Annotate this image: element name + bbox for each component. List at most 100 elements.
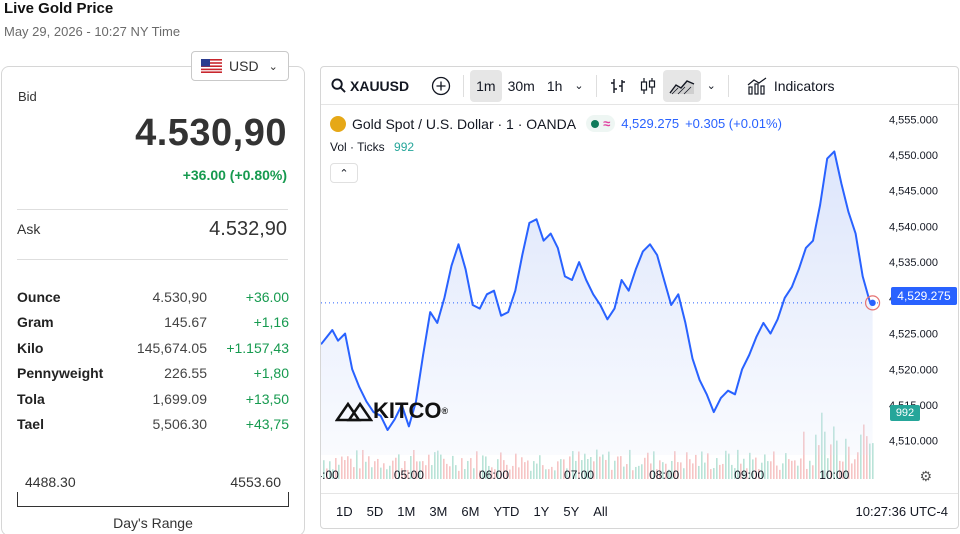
volume-bar [614,460,616,479]
volume-bar [809,460,811,479]
volume-bar [347,456,349,479]
unit-price: 5,506.30 [152,416,208,433]
volume-bar [776,465,778,479]
approx-icon: ≈ [603,116,611,131]
volume-bar [536,463,538,479]
unit-change: +43,75 [245,416,289,433]
volume-bar [458,470,460,479]
volume-bar [521,457,523,479]
symbol-search[interactable]: XAUUSD [325,70,415,102]
volume-bar [794,460,796,479]
toolbar-divider [727,74,729,97]
chevron-up-icon: ⌃ [339,167,349,180]
x-tick-label: 05:00 [394,468,424,482]
registered-icon: ® [441,406,449,416]
chart-clock: 10:27:36 UTC-4 [855,504,949,519]
settings-gear-icon[interactable]: ⚙ [919,468,932,485]
volume-bar [716,458,718,479]
volume-value: 992 [394,140,415,154]
market-status-badge: ≈ [586,115,616,132]
kitco-watermark: KITCO ® [335,398,448,424]
volume-bar [620,456,622,479]
page-subtitle: May 29, 2026 - 10:27 NY Time [4,24,181,39]
volume-bar [365,461,367,479]
toolbar-divider [463,74,465,97]
bars-icon [610,78,625,93]
volume-bar [599,456,601,479]
compare-button[interactable] [425,70,457,102]
interval-1h[interactable]: 1h [541,70,569,102]
volume-bar [518,467,520,479]
volume-bar [368,456,370,479]
interval-30m[interactable]: 30m [502,70,541,102]
interval-dropdown[interactable]: ⌄ [568,70,589,102]
range-3m[interactable]: 3M [422,499,454,525]
range-1d[interactable]: 1D [329,499,360,525]
volume-bar [692,463,694,479]
bars-style-button[interactable] [603,70,633,102]
x-tick-label: 04:00 [321,468,339,482]
candlestick-icon [640,77,655,94]
chevron-down-icon: ⌄ [268,60,278,73]
range-selector: 1D 5D 1M 3M 6M YTD 1Y 5Y All 10:27:36 UT… [321,493,958,528]
unit-price: 4.530,90 [152,288,208,305]
range-ytd[interactable]: YTD [486,499,526,525]
day-range-bar [17,492,289,507]
last-price-marker [869,299,876,307]
range-6m[interactable]: 6M [454,499,486,525]
volume-bar [383,463,385,479]
range-all[interactable]: All [586,499,614,525]
volume-bar [359,468,361,479]
volume-bar [509,469,511,479]
legend-change: +0.305 (+0.01%) [685,116,782,131]
area-style-button[interactable] [662,69,701,102]
volume-bar [689,459,691,479]
volume-bar [440,454,442,479]
day-range-low: 4488.30 [25,474,76,490]
unit-name: Gram [17,314,54,331]
bid-price: 4.530,90 [135,112,287,154]
interval-1m[interactable]: 1m [470,69,502,102]
volume-bar [374,461,376,479]
y-tick-label: 4,545.000 [889,186,938,198]
volume-legend: Vol · Ticks 992 [330,140,414,154]
x-tick-label: 10:00 [819,468,849,482]
range-1m[interactable]: 1M [390,499,422,525]
chevron-down-icon: ⌄ [574,80,584,92]
currency-select[interactable]: USD ⌄ [191,51,289,81]
volume-bar [602,454,604,479]
x-tick-label: 09:00 [734,468,764,482]
volume-bar [557,461,559,479]
chart-type-dropdown[interactable]: ⌄ [701,70,722,102]
y-tick-label: 4,525.000 [889,329,938,341]
volume-bar [788,459,790,479]
x-tick-label: 06:00 [479,468,509,482]
volume-bar [530,470,532,479]
volume-bar [470,458,472,479]
y-tick-label: 4,550.000 [889,150,938,162]
unit-price: 145.67 [164,314,207,331]
search-icon [331,78,346,93]
volume-bar [389,465,391,479]
candles-style-button[interactable] [633,70,663,102]
range-5y[interactable]: 5Y [556,499,586,525]
price-plot[interactable]: 4,510.0004,515.0004,520.0004,525.0004,53… [321,105,959,493]
indicators-button[interactable]: Indicators [741,70,841,102]
volume-bar [854,459,856,479]
ask-label: Ask [17,221,41,237]
volume-tag: 992 [890,405,920,421]
area-chart-icon [669,79,694,94]
unit-price: 145,674.05 [136,339,207,356]
volume-bar [686,452,688,479]
unit-change: +13,50 [245,390,289,407]
day-range-high: 4553.60 [230,474,281,490]
volume-bar [611,469,613,479]
range-5d[interactable]: 5D [360,499,391,525]
volume-bar [713,468,715,479]
range-1y[interactable]: 1Y [526,499,556,525]
collapse-legend-button[interactable]: ⌃ [330,163,358,183]
chart-widget: XAUUSD 1m 30m 1h ⌄ ⌄ Indicators 4,510.00… [320,66,959,529]
volume-bar [779,469,781,479]
symbol-label: XAUUSD [350,77,410,94]
volume-bar [800,458,802,479]
